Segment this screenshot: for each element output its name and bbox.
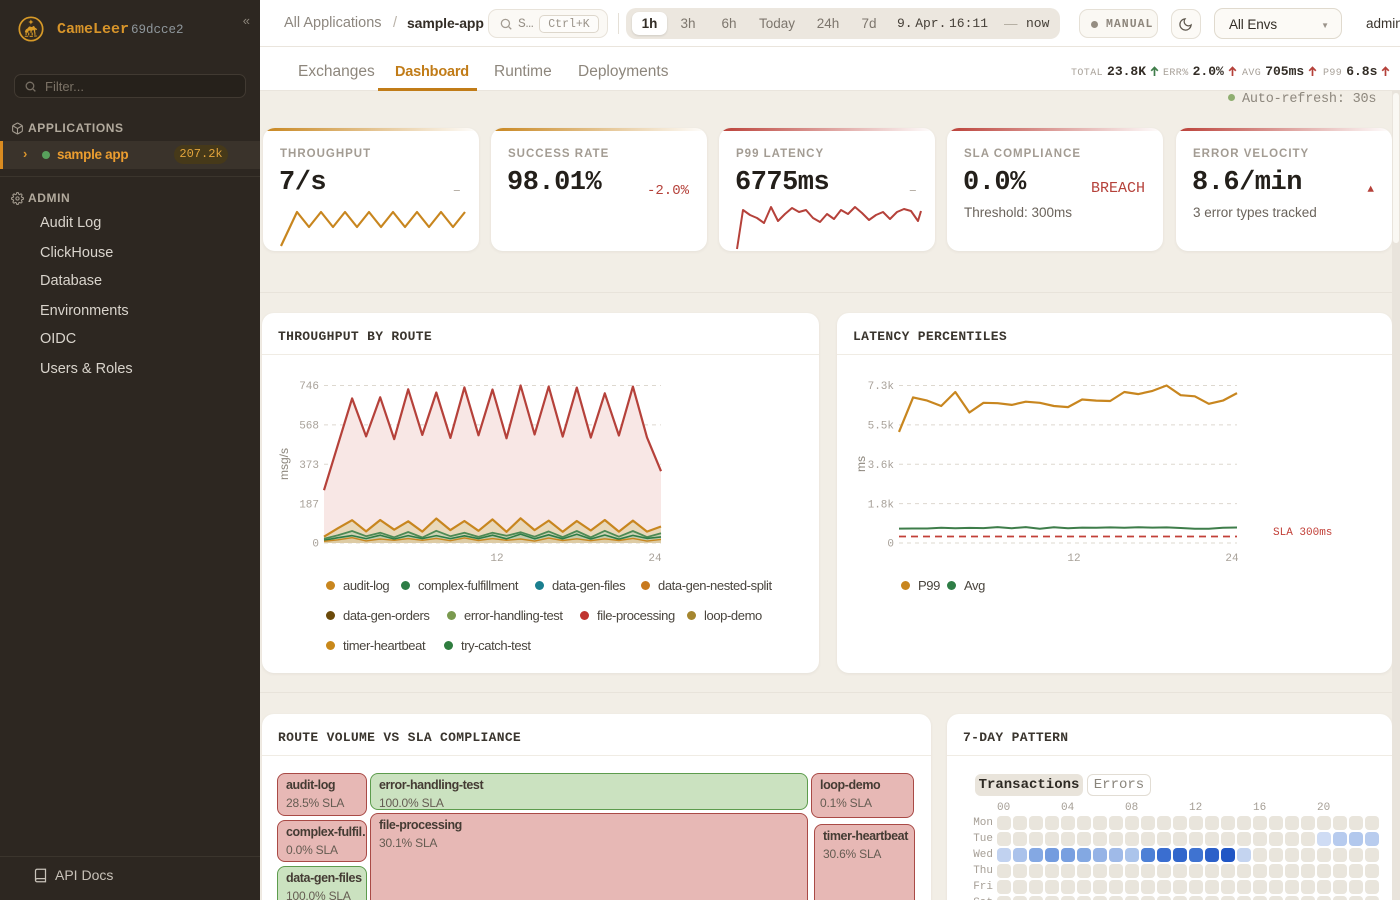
svg-text:0: 0: [887, 539, 894, 551]
svg-text:3.6k: 3.6k: [868, 460, 895, 472]
svg-text:24: 24: [1225, 553, 1239, 565]
svg-text:msg/s: msg/s: [277, 448, 291, 480]
svg-text:7.3k: 7.3k: [868, 381, 895, 393]
svg-text:1.8k: 1.8k: [868, 500, 895, 512]
svg-text:746: 746: [299, 381, 319, 393]
svg-text:5.5k: 5.5k: [868, 421, 895, 433]
svg-text:12: 12: [490, 553, 503, 565]
svg-text:12: 12: [1067, 553, 1080, 565]
svg-text:373: 373: [299, 460, 319, 472]
svg-text:568: 568: [299, 421, 319, 433]
svg-text:187: 187: [299, 500, 319, 512]
svg-text:24: 24: [648, 553, 662, 565]
svg-text:ms: ms: [854, 456, 868, 472]
svg-text:SLA 300ms: SLA 300ms: [1273, 527, 1332, 539]
svg-text:0: 0: [312, 539, 319, 551]
